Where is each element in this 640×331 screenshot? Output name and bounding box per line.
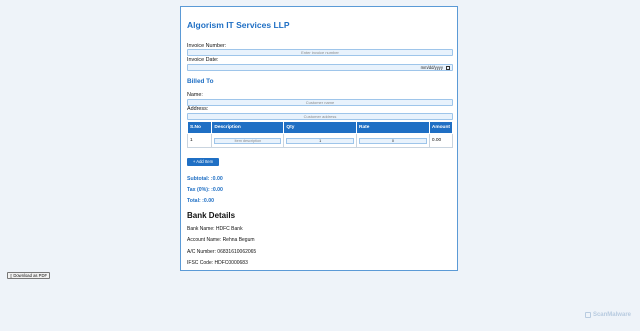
ifsc-code: IFSC Code: HDFC0000683 — [187, 260, 248, 266]
row-amount: 0.00 — [428, 133, 454, 148]
invoice-date-value: mm/dd/yyyy — [420, 65, 443, 70]
header-rate: Rate — [356, 121, 430, 134]
customer-address-placeholder: Customer address — [303, 114, 337, 119]
customer-address-label: Address: — [187, 106, 209, 112]
customer-name-input[interactable]: Customer name — [187, 99, 453, 106]
customer-address-input[interactable]: Customer address — [187, 113, 453, 120]
qty-value: 1 — [319, 138, 322, 143]
table-header-row: S.No Description Qty Rate Amount — [186, 121, 454, 134]
bank-details-title: Bank Details — [187, 211, 236, 220]
total-text: Total: :0.00 — [187, 198, 214, 204]
row-rate-cell: 0 — [356, 133, 430, 148]
item-description-placeholder: Item description — [234, 138, 262, 143]
account-number: A/C Number: 06831610062065 — [187, 249, 257, 255]
company-name: Algorism IT Services LLP — [187, 20, 290, 30]
items-table: S.No Description Qty Rate Amount 1 Item … — [186, 121, 454, 148]
invoice-date-input[interactable]: mm/dd/yyyy — [187, 64, 453, 71]
row-qty-cell: 1 — [283, 133, 358, 148]
invoice-date-label: Invoice Date: — [187, 57, 219, 63]
watermark-text: ScanMalware — [592, 312, 631, 318]
header-qty: Qty — [283, 121, 358, 134]
row-description-cell: Item description — [211, 133, 285, 148]
invoice-card: Algorism IT Services LLP Invoice Number:… — [180, 6, 458, 271]
billed-to-title: Billed To — [187, 78, 214, 85]
download-pdf-button[interactable]: ▯ Download as PDF — [7, 272, 50, 279]
download-icon: ▯ — [9, 273, 13, 278]
calendar-icon[interactable] — [446, 66, 450, 70]
qty-input[interactable]: 1 — [286, 137, 355, 144]
scan-logo-icon — [584, 312, 591, 318]
download-pdf-label: Download as PDF — [13, 273, 48, 278]
item-description-input[interactable]: Item description — [214, 137, 282, 144]
header-sno: S.No — [186, 121, 213, 134]
account-name: Account Name: Rehna Begum — [187, 237, 255, 243]
rate-value: 0 — [391, 138, 395, 143]
table-row: 1 Item description 1 0 0.00 — [186, 133, 454, 148]
customer-name-label: Name: — [187, 92, 203, 98]
tax-text: Tax (0%): :0.00 — [187, 187, 223, 193]
invoice-number-placeholder: Enter invoice number — [301, 50, 339, 55]
customer-name-placeholder: Customer name — [305, 100, 335, 105]
add-item-button[interactable]: + Add Item — [187, 158, 219, 166]
bank-name: Bank Name: HDFC Bank — [187, 226, 243, 232]
rate-input[interactable]: 0 — [359, 137, 427, 144]
invoice-number-input[interactable]: Enter invoice number — [187, 49, 453, 56]
header-description: Description — [211, 121, 285, 134]
row-sno: 1 — [186, 133, 213, 148]
watermark: ScanMalware — [584, 312, 631, 318]
header-amount: Amount — [428, 121, 454, 134]
subtotal-text: Subtotal: :0.00 — [187, 176, 223, 182]
